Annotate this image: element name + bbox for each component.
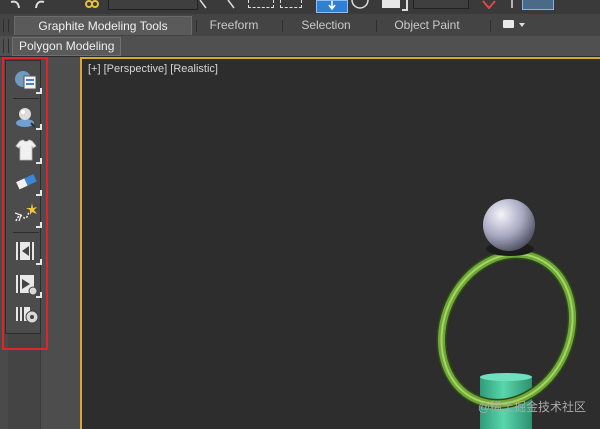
ribbon-options-menu[interactable] [502,18,530,32]
move-icon[interactable] [226,0,238,10]
watermark-text: @稀土掘金技术社区 [477,400,586,414]
arrow-icon[interactable] [506,0,518,10]
tab-separator [376,20,377,32]
named-selection-dropdown[interactable] [413,0,469,9]
rect-select-icon[interactable] [248,0,274,8]
render-frame-button[interactable] [522,0,554,10]
tab-separator [490,20,491,32]
panel-grip-icon[interactable] [3,39,9,53]
render-icon[interactable] [482,0,496,10]
ribbon-grip-icon[interactable] [3,19,9,32]
main-toolbar [0,0,600,15]
ribbon-tab-bar: Graphite Modeling Tools Freeform Selecti… [0,14,600,36]
arrow-down-icon [328,1,336,11]
rotate-icon[interactable] [350,0,370,10]
selection-filter-dropdown[interactable] [108,0,198,10]
color-swatch-icon[interactable] [382,0,400,8]
flyout-indicator-icon [402,0,408,11]
scene-objects [436,199,578,429]
undo-icon[interactable] [8,0,22,10]
tab-freeform[interactable]: Freeform [196,17,272,34]
tab-selection[interactable]: Selection [282,17,370,34]
sphere-object[interactable] [483,199,535,256]
highlight-box [2,57,48,350]
ribbon-display-icon [503,20,514,28]
perspective-viewport[interactable]: [+] [Perspective] [Realistic] @稀土掘金技术社区 [80,57,600,429]
chevron-down-icon [519,23,525,27]
link-icon[interactable] [84,0,100,10]
window-select-icon[interactable] [280,0,302,8]
snap-toggle-button[interactable] [316,0,348,13]
select-region-icon[interactable] [198,0,210,10]
ribbon-panel-bar: Polygon Modeling [0,36,600,57]
tab-graphite-modeling-tools[interactable]: Graphite Modeling Tools [14,16,192,35]
subtab-polygon-modeling[interactable]: Polygon Modeling [12,37,122,56]
redo-icon[interactable] [33,0,47,10]
tab-object-paint[interactable]: Object Paint [380,17,474,34]
